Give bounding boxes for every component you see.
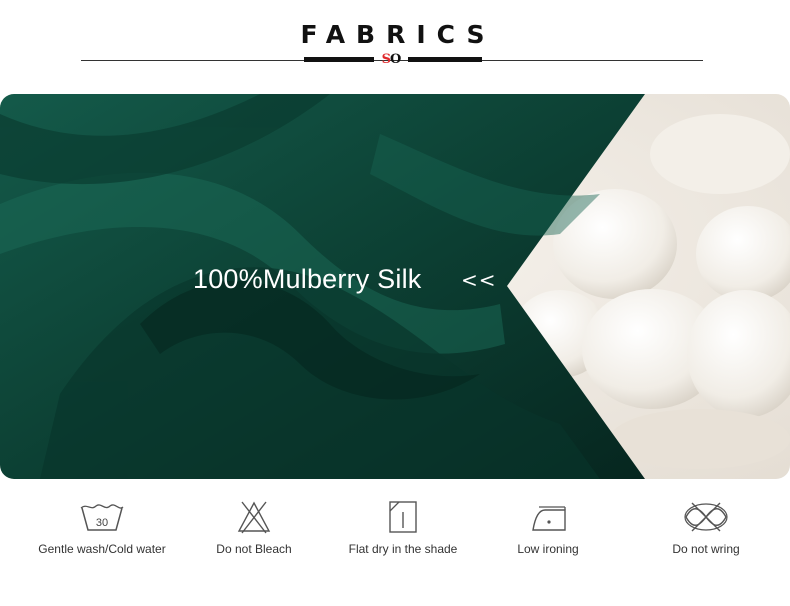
title-divider-accent-right	[408, 57, 482, 62]
care-item-low-iron: Low ironing	[510, 500, 586, 556]
care-label-no-bleach: Do not Bleach	[216, 542, 292, 556]
title-divider-accent-left	[304, 57, 374, 62]
care-label-low-iron: Low ironing	[517, 542, 579, 556]
wash-temp-text: 30	[96, 517, 108, 529]
section-header: FABRICS SO	[0, 0, 790, 80]
section-title: FABRICS	[300, 20, 496, 49]
fabric-headline: 100%Mulberry Silk	[193, 264, 422, 294]
fabric-banner: 100%Mulberry Silk <<	[0, 94, 790, 479]
low-iron-icon	[532, 506, 566, 531]
flat-dry-shade-icon	[389, 501, 417, 533]
care-label-no-wring: Do not wring	[672, 542, 740, 556]
care-item-gentle-wash: 30 Gentle wash/Cold water	[36, 500, 168, 556]
no-wring-icon	[684, 502, 728, 532]
care-label-flat-dry-shade: Flat dry in the shade	[348, 542, 458, 556]
care-item-no-bleach: Do not Bleach	[208, 500, 300, 556]
care-item-no-wring: Do not wring	[666, 500, 746, 556]
double-chevron-left-icon: <<	[461, 268, 497, 292]
care-instructions: 30 Gentle wash/Cold water Do not Bleach …	[0, 500, 790, 570]
wash-30-icon: 30	[80, 504, 124, 531]
brand-logo: SO	[381, 52, 402, 67]
care-label-gentle-wash: Gentle wash/Cold water	[38, 542, 166, 556]
no-bleach-icon	[237, 501, 271, 534]
care-item-flat-dry-shade: Flat dry in the shade	[343, 500, 463, 556]
